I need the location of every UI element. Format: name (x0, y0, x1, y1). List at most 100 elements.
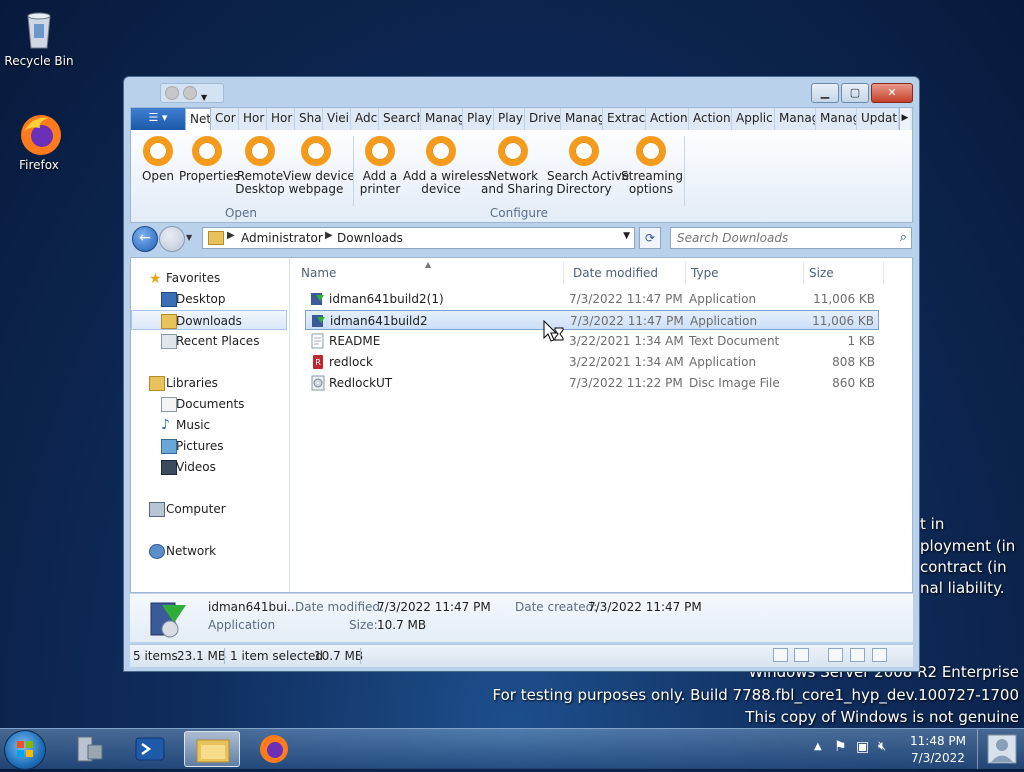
file-row-selected[interactable]: idman641build2 7/3/2022 11:47 PM Applica… (305, 310, 879, 330)
breadcrumb-separator-icon[interactable]: ▶ (227, 230, 235, 241)
ribbon-group-label: Configure (489, 206, 549, 220)
network-sharing-icon (498, 136, 528, 166)
file-row[interactable]: README 3/22/2021 1:34 AM Text Document 1… (305, 331, 879, 351)
background-text-line: nal liability. (920, 579, 1005, 597)
nav-network[interactable]: Network (131, 541, 287, 561)
qat-button[interactable] (165, 86, 179, 100)
layout-button-1[interactable] (828, 648, 843, 662)
ribbon-tab[interactable]: Net (185, 108, 211, 130)
title-bar[interactable]: ▼ ▁ ▢ ✕ (124, 77, 919, 107)
ribbon-tab[interactable]: Manag (561, 108, 603, 130)
status-selected-count: 1 item selected (230, 649, 324, 663)
qat-button[interactable] (183, 86, 197, 100)
ribbon-tab[interactable]: Play (463, 108, 494, 130)
volume-muted-icon[interactable]: 🔇︎ (878, 739, 886, 754)
application-menu-button[interactable]: ☰ ▾ (131, 108, 185, 130)
recent-locations-dropdown[interactable]: ▼ (186, 233, 192, 242)
taskbar-firefox[interactable] (246, 731, 302, 767)
search-box[interactable]: ⌕ (670, 227, 912, 249)
file-size: 808 KB (832, 355, 875, 369)
ribbon-tab[interactable]: Sha (295, 108, 323, 130)
start-button[interactable] (4, 730, 46, 770)
nav-documents[interactable]: Documents (131, 394, 287, 414)
breadcrumb-downloads[interactable]: Downloads (337, 231, 403, 245)
back-button[interactable]: ← (132, 226, 158, 252)
ribbon-tab[interactable]: Hor (239, 108, 267, 130)
address-bar[interactable]: ▶ Administrator ▶ Downloads ▼ (202, 227, 635, 249)
taskbar-server-manager[interactable] (62, 731, 118, 767)
ribbon-tab[interactable]: Viei (323, 108, 351, 130)
search-input[interactable] (677, 231, 877, 245)
ribbon-tab[interactable]: Hor (267, 108, 295, 130)
nav-favorites[interactable]: ★ Favorites (131, 268, 287, 288)
network-tray-icon[interactable]: ▣ (856, 739, 869, 755)
nav-libraries[interactable]: Libraries (131, 373, 287, 393)
layout-button-2[interactable] (850, 648, 865, 662)
ribbon-tab[interactable]: Search (379, 108, 421, 130)
nav-computer[interactable]: Computer (131, 499, 287, 519)
ribbon-tab[interactable]: Play (494, 108, 525, 130)
quick-access-toolbar[interactable]: ▼ (160, 83, 224, 103)
user-avatar-button[interactable] (977, 729, 1024, 769)
streaming-options-button[interactable]: Streaming options (621, 136, 683, 196)
libraries-icon (149, 376, 165, 391)
maximize-button[interactable]: ▢ (841, 83, 869, 103)
ribbon-tab[interactable]: Drive (525, 108, 561, 130)
file-row[interactable]: RedlockUT 7/3/2022 11:22 PM Disc Image F… (305, 373, 879, 393)
ribbon-tab[interactable]: Applic (732, 108, 775, 130)
taskbar-windows-explorer[interactable] (184, 731, 240, 767)
forward-button[interactable] (159, 226, 185, 252)
ribbon-tab[interactable]: Cor (211, 108, 239, 130)
column-header-type[interactable]: Type (685, 262, 804, 284)
action-center-flag-icon[interactable]: ⚑ (834, 739, 847, 755)
layout-button-3[interactable] (872, 648, 887, 662)
nav-recent-places[interactable]: Recent Places (131, 331, 287, 351)
minimize-button[interactable]: ▁ (811, 83, 839, 103)
ribbon-tab[interactable]: Manag (421, 108, 463, 130)
view-device-webpage-button[interactable]: View device webpage (283, 136, 355, 196)
breadcrumb-separator-icon[interactable]: ▶ (325, 230, 333, 241)
network-sharing-button[interactable]: Network and Sharing (481, 136, 553, 196)
preview-view-button[interactable] (794, 648, 809, 662)
column-header-name[interactable]: Name ▲ (301, 260, 564, 284)
address-row: ← ▼ ▶ Administrator ▶ Downloads ▼ ⟳ ⌕ (130, 225, 913, 253)
ribbon-tab[interactable]: Extract (603, 108, 646, 130)
address-dropdown-icon[interactable]: ▼ (623, 231, 630, 241)
nav-music[interactable]: ♪ Music (131, 415, 287, 435)
qat-dropdown[interactable]: ▼ (201, 93, 209, 105)
tab-scroll-right-button[interactable]: ▶ (899, 108, 910, 130)
open-button[interactable]: Open (139, 136, 177, 183)
column-header-date[interactable]: Date modified (567, 262, 686, 284)
search-active-directory-button[interactable]: Search Active Directory (547, 136, 629, 196)
clock-time: 11:48 PM (910, 734, 966, 748)
remote-desktop-button[interactable]: Remote Desktop (235, 136, 285, 196)
taskbar-powershell[interactable] (122, 731, 178, 767)
desktop-icon-recycle-bin[interactable]: Recycle Bin (4, 8, 74, 68)
search-icon[interactable]: ⌕ (900, 230, 907, 245)
add-wireless-device-button[interactable]: Add a wireless device (403, 136, 490, 196)
taskbar-clock[interactable]: 11:48 PM 7/3/2022 (910, 733, 966, 767)
nav-desktop[interactable]: Desktop (131, 289, 287, 309)
busy-cursor-icon (543, 320, 564, 342)
nav-downloads[interactable]: Downloads (131, 310, 287, 330)
ribbon-tab[interactable]: Action (689, 108, 732, 130)
desktop-icon-firefox[interactable]: Firefox (4, 112, 74, 172)
ribbon-tab[interactable]: Adc (351, 108, 379, 130)
breadcrumb-administrator[interactable]: Administrator (241, 231, 323, 245)
nav-videos[interactable]: Videos (131, 457, 287, 477)
ribbon-tab[interactable]: Manag (816, 108, 857, 130)
properties-button[interactable]: Properties (179, 136, 240, 183)
file-row[interactable]: R redlock 3/22/2021 1:34 AM Application … (305, 352, 879, 372)
close-button[interactable]: ✕ (871, 83, 913, 103)
nav-pictures[interactable]: Pictures (131, 436, 287, 456)
recycle-bin-icon (18, 8, 60, 50)
ribbon-tab[interactable]: Action (646, 108, 689, 130)
details-view-button[interactable] (773, 648, 788, 662)
add-printer-button[interactable]: Add a printer (359, 136, 401, 196)
ribbon-tab[interactable]: Manag (775, 108, 816, 130)
show-hidden-icons-button[interactable]: ▲ (814, 741, 822, 752)
column-header-size[interactable]: Size (805, 262, 884, 284)
ribbon-tab[interactable]: Updat (857, 108, 899, 130)
file-row[interactable]: idman641build2(1) 7/3/2022 11:47 PM Appl… (305, 289, 879, 309)
refresh-button[interactable]: ⟳ (639, 227, 661, 249)
